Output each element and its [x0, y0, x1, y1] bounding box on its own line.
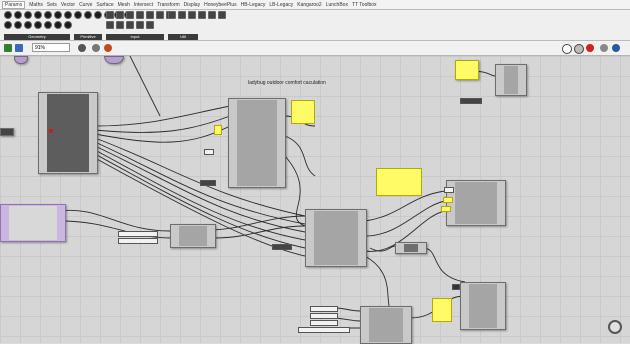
comfort-analysis-component[interactable] [305, 209, 367, 267]
deconstruct-component[interactable] [170, 224, 216, 248]
number-slider[interactable] [310, 306, 338, 312]
menu-tab[interactable]: Intersect [134, 2, 153, 8]
sticky-note[interactable] [441, 206, 451, 212]
eye-icon[interactable] [92, 44, 100, 52]
zoom-field[interactable]: 91% [32, 43, 70, 52]
sticky-note[interactable] [214, 125, 222, 135]
outdoor-comfort-calculator-component[interactable] [228, 98, 286, 188]
sticky-note[interactable] [443, 197, 453, 203]
selected-icon[interactable] [586, 44, 594, 52]
menu-tab[interactable]: LunchBox [326, 2, 348, 8]
boolean-toggle[interactable] [444, 187, 454, 193]
preview-icon[interactable] [562, 44, 572, 54]
number-slider[interactable] [310, 313, 338, 319]
group-title: ladybug outdoor comfort caculation [248, 80, 326, 86]
save-icon[interactable] [4, 44, 12, 52]
open-icon[interactable] [15, 44, 23, 52]
purple-group[interactable] [0, 204, 66, 242]
compass-icon[interactable] [608, 320, 622, 334]
ladybug-input-component[interactable] [38, 92, 98, 174]
ribbon-group-label: Input [106, 34, 164, 40]
number-slider[interactable] [460, 98, 482, 104]
output-component[interactable] [446, 180, 506, 226]
menu-tab[interactable]: Sets [47, 2, 57, 8]
sketch-icon[interactable] [104, 44, 112, 52]
ribbon-group-primitive[interactable]: Primitive [74, 11, 132, 40]
toggle[interactable] [204, 149, 214, 155]
menu-tab[interactable]: HoneybeePlus [204, 2, 237, 8]
bake-icon[interactable] [612, 44, 620, 52]
edge-param[interactable] [0, 128, 14, 136]
menu-tab[interactable]: Vector [61, 2, 75, 8]
menu-tab[interactable]: Display [184, 2, 200, 8]
number-slider[interactable] [310, 320, 338, 326]
small-component[interactable] [395, 242, 427, 254]
ribbon-group-label: Util [168, 34, 198, 40]
ribbon-group-label: Geometry [4, 34, 70, 40]
menu-tab[interactable]: LB-Legacy [269, 2, 293, 8]
sticky-note[interactable] [432, 298, 452, 322]
menu-tab[interactable]: Curve [79, 2, 92, 8]
param-chip[interactable] [452, 284, 460, 290]
ribbon-group-label: Primitive [74, 34, 102, 40]
recolor-component[interactable] [360, 306, 412, 344]
ribbon-group-util[interactable]: Util [168, 11, 226, 40]
legend-component[interactable] [460, 282, 506, 330]
menu-tab[interactable]: HB-Legacy [241, 2, 266, 8]
sticky-note[interactable] [455, 60, 479, 80]
menu-tab[interactable]: Params [2, 0, 26, 9]
menu-tab[interactable]: Mesh [118, 2, 130, 8]
canvas-toolbar: 91% [0, 41, 630, 56]
grasshopper-canvas[interactable]: ladybug outdoor comfort caculation [0, 56, 630, 344]
warning-marker [49, 129, 53, 133]
number-slider[interactable] [298, 327, 350, 333]
bake-icon[interactable] [600, 44, 608, 52]
menu-tab[interactable]: Transform [157, 2, 180, 8]
sticky-note[interactable] [376, 168, 422, 196]
top-right-component[interactable] [495, 64, 527, 96]
value-panel[interactable] [200, 180, 216, 186]
menu-tab[interactable]: Surface [96, 2, 113, 8]
number-slider[interactable] [272, 244, 292, 250]
number-slider[interactable] [118, 231, 158, 237]
component-ribbon: Geometry Primitive Input Util [0, 10, 630, 41]
ribbon-group-input[interactable]: Input [106, 11, 174, 40]
menu-bar: Params Maths Sets Vector Curve Surface Mesh Int… [0, 0, 630, 10]
menu-tab[interactable]: Maths [29, 2, 43, 8]
sticky-note[interactable] [291, 100, 315, 124]
zoom-extents-icon[interactable] [78, 44, 86, 52]
menu-tab[interactable]: Kangaroo2 [297, 2, 321, 8]
ribbon-group-geometry[interactable]: Geometry [4, 11, 72, 40]
number-slider[interactable] [118, 238, 158, 244]
shaded-icon[interactable] [574, 44, 584, 54]
menu-tab[interactable]: TT Toolbox [352, 2, 377, 8]
